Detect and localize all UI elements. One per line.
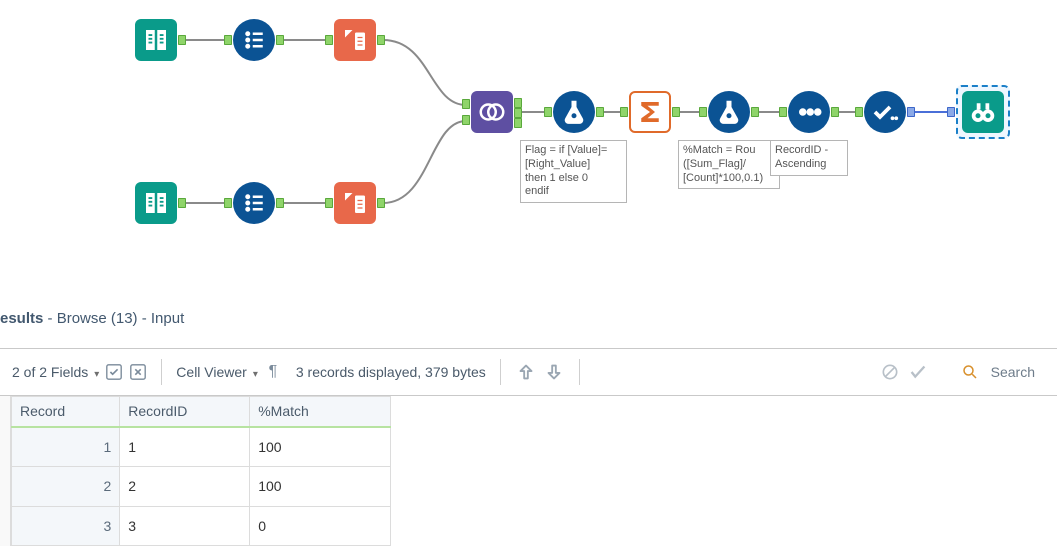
sigma-icon xyxy=(635,97,665,127)
arrow-up-icon[interactable] xyxy=(515,361,537,383)
input-tool-2[interactable] xyxy=(135,182,177,224)
book-icon xyxy=(141,25,171,55)
results-toolbar: 2 of 2 Fields Cell Viewer ¶ 3 records di… xyxy=(0,348,1057,396)
book-icon xyxy=(141,188,171,218)
status-text: 3 records displayed, 379 bytes xyxy=(296,364,486,380)
anchor-out[interactable] xyxy=(831,107,839,117)
list-icon xyxy=(239,188,269,218)
anchor-in[interactable] xyxy=(947,107,955,117)
sort-tool[interactable] xyxy=(788,91,830,133)
results-grid[interactable]: Record RecordID %Match 1 1 100 2 2 100 3… xyxy=(11,396,391,546)
anchor-in-l[interactable] xyxy=(462,99,470,109)
anchor-out[interactable] xyxy=(596,107,604,117)
separator xyxy=(500,359,501,385)
formula-tool-1[interactable] xyxy=(553,91,595,133)
anchor-out[interactable] xyxy=(178,35,186,45)
cell-match: 0 xyxy=(250,506,391,545)
cell-recordid: 2 xyxy=(120,467,250,506)
anchor-out-j[interactable] xyxy=(514,108,522,118)
select-tool-2[interactable] xyxy=(233,182,275,224)
transpose-tool-2[interactable] xyxy=(334,182,376,224)
formula1-annotation: Flag = if [Value]=[Right_Value]then 1 el… xyxy=(520,140,627,203)
no-entry-icon[interactable] xyxy=(879,361,901,383)
close-panel-icon[interactable] xyxy=(129,363,147,381)
cell-rownum: 1 xyxy=(12,427,120,467)
grid-body: 1 1 100 2 2 100 3 3 0 xyxy=(12,427,391,546)
input-tool-1[interactable] xyxy=(135,19,177,61)
col-recordid[interactable]: RecordID xyxy=(120,397,250,427)
results-grid-wrap: Record RecordID %Match 1 1 100 2 2 100 3… xyxy=(0,396,1057,546)
anchor-in[interactable] xyxy=(224,35,232,45)
anchor-in[interactable] xyxy=(779,107,787,117)
anchor-in[interactable] xyxy=(620,107,628,117)
anchor-in[interactable] xyxy=(699,107,707,117)
summarize-tool[interactable] xyxy=(629,91,671,133)
search-icon[interactable] xyxy=(961,363,979,381)
anchor-out[interactable] xyxy=(178,198,186,208)
search-input[interactable]: Search xyxy=(991,364,1035,380)
browse-tool[interactable] xyxy=(956,85,1010,139)
anchor-in[interactable] xyxy=(544,107,552,117)
cell-match: 100 xyxy=(250,427,391,467)
flask-icon xyxy=(714,97,744,127)
transpose-icon xyxy=(340,188,370,218)
anchor-out[interactable] xyxy=(377,198,385,208)
formula-tool-2[interactable] xyxy=(708,91,750,133)
col-record[interactable]: Record xyxy=(12,397,120,427)
results-title-bold: esults xyxy=(0,310,43,327)
anchor-out[interactable] xyxy=(377,35,385,45)
anchor-in[interactable] xyxy=(325,198,333,208)
join-tool[interactable] xyxy=(471,91,513,133)
formula2-annotation: %Match = Rou([Sum_Flag]/[Count]*100,0.1) xyxy=(678,140,780,189)
cell-rownum: 3 xyxy=(12,506,120,545)
anchor-in-r[interactable] xyxy=(462,115,470,125)
sort-annotation: RecordID -Ascending xyxy=(770,140,848,176)
whitespace-icon[interactable]: ¶ xyxy=(264,363,282,381)
transpose-icon xyxy=(340,25,370,55)
flask-icon xyxy=(559,97,589,127)
anchor-out[interactable] xyxy=(672,107,680,117)
cell-viewer-dropdown[interactable]: Cell Viewer xyxy=(176,364,258,380)
cell-recordid: 1 xyxy=(120,427,250,467)
anchor-in[interactable] xyxy=(855,107,863,117)
anchor-out[interactable] xyxy=(276,35,284,45)
metadata-toggle-icon[interactable] xyxy=(105,363,123,381)
cell-rownum: 2 xyxy=(12,467,120,506)
table-row[interactable]: 2 2 100 xyxy=(12,467,391,506)
cell-recordid: 3 xyxy=(120,506,250,545)
col-match[interactable]: %Match xyxy=(250,397,391,427)
anchor-out[interactable] xyxy=(276,198,284,208)
anchor-in[interactable] xyxy=(224,198,232,208)
separator xyxy=(579,359,580,385)
select-tool-3[interactable] xyxy=(864,91,906,133)
workflow-canvas[interactable]: Flag = if [Value]=[Right_Value]then 1 el… xyxy=(0,0,1057,280)
anchor-in[interactable] xyxy=(325,35,333,45)
table-row[interactable]: 3 3 0 xyxy=(12,506,391,545)
grid-gutter xyxy=(0,396,11,546)
cell-match: 100 xyxy=(250,467,391,506)
transpose-tool-1[interactable] xyxy=(334,19,376,61)
anchor-out-l[interactable] xyxy=(514,98,522,108)
apply-icon[interactable] xyxy=(907,361,929,383)
results-title-rest: - Browse (13) - Input xyxy=(43,310,184,327)
check-dots-icon xyxy=(870,97,900,127)
anchor-out-r[interactable] xyxy=(514,118,522,128)
join-icon xyxy=(477,97,507,127)
separator xyxy=(161,359,162,385)
results-header: esults - Browse (13) - Input xyxy=(0,306,1057,333)
grid-header-row: Record RecordID %Match xyxy=(12,397,391,427)
arrow-down-icon[interactable] xyxy=(543,361,565,383)
dots-icon xyxy=(794,97,824,127)
list-icon xyxy=(239,25,269,55)
anchor-out[interactable] xyxy=(751,107,759,117)
anchor-out[interactable] xyxy=(907,107,915,117)
table-row[interactable]: 1 1 100 xyxy=(12,427,391,467)
binoculars-icon xyxy=(968,97,998,127)
fields-dropdown[interactable]: 2 of 2 Fields xyxy=(12,364,99,380)
select-tool-1[interactable] xyxy=(233,19,275,61)
